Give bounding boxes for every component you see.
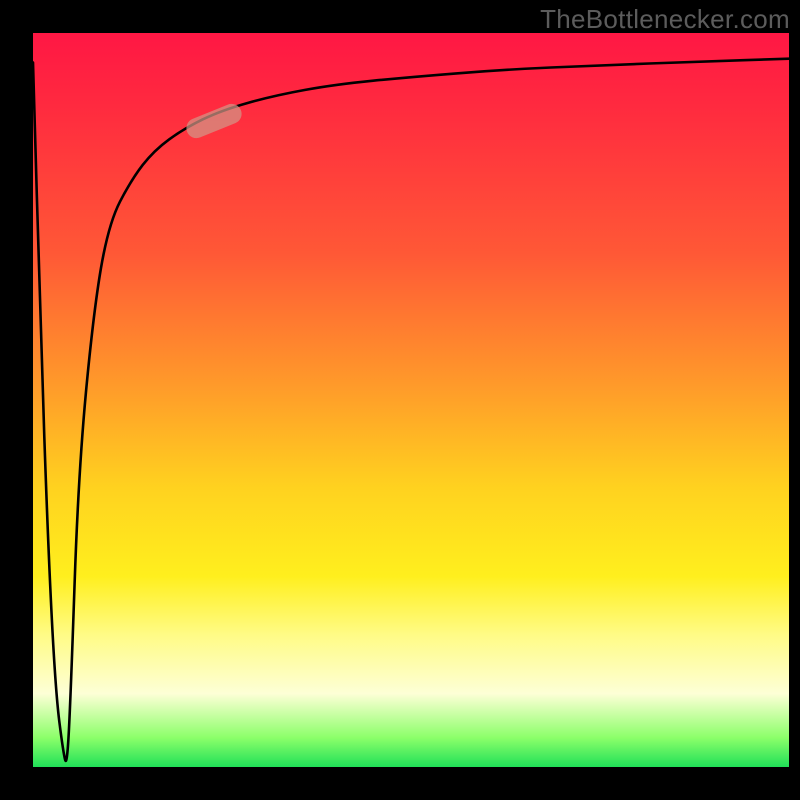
plot-area <box>33 33 789 767</box>
bottleneck-curve <box>33 33 789 767</box>
watermark-text: TheBottlenecker.com <box>540 4 790 35</box>
chart-frame: TheBottlenecker.com <box>0 0 800 800</box>
